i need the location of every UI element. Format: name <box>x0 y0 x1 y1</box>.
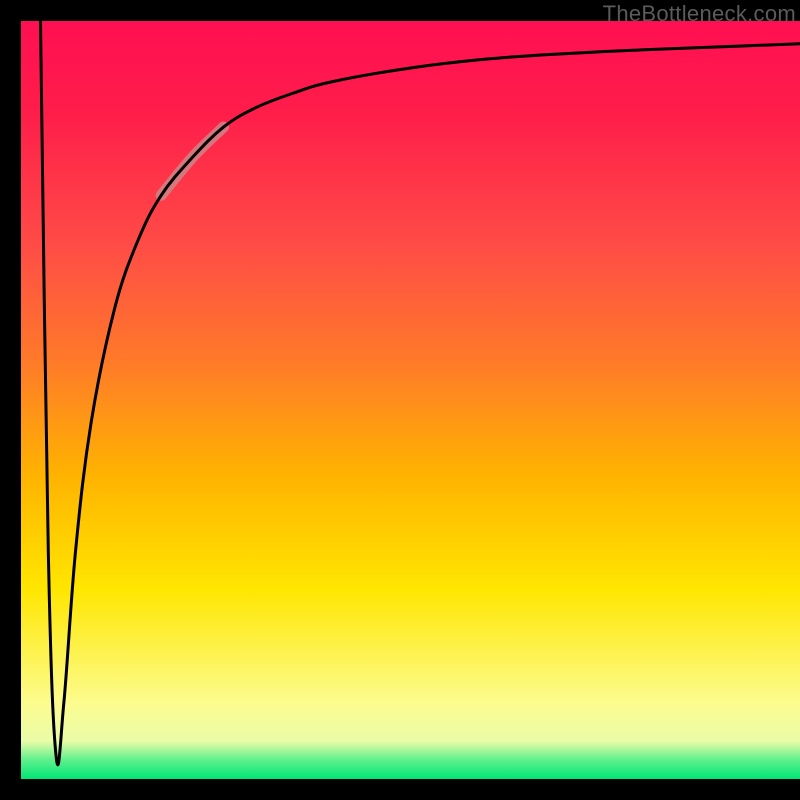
plot-area <box>21 21 800 779</box>
curve-highlight-segment <box>161 127 223 195</box>
bottleneck-curve <box>41 21 800 765</box>
attribution-label: TheBottleneck.com <box>603 1 796 27</box>
curve-layer <box>21 21 800 779</box>
chart-frame: TheBottleneck.com <box>0 0 800 800</box>
